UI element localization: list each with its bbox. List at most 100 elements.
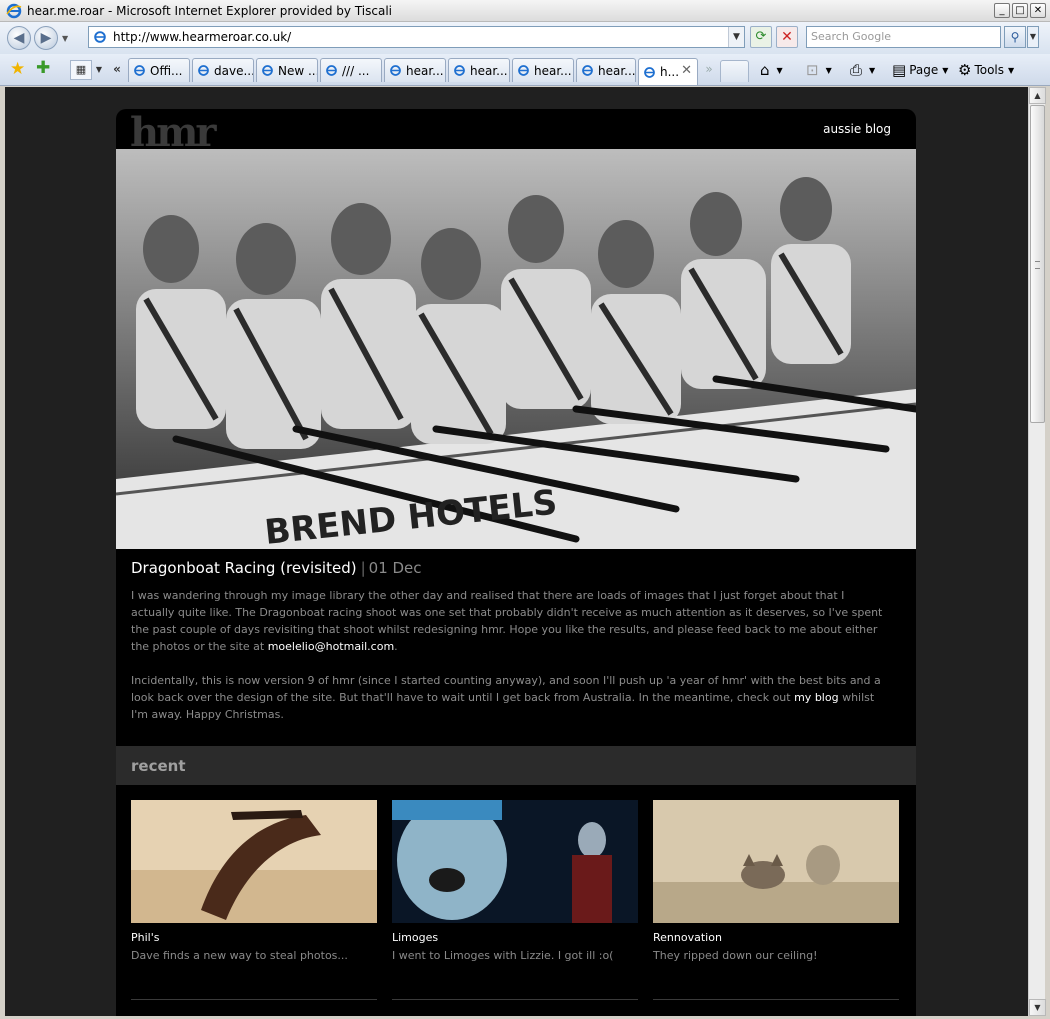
forward-arrow-icon: ▶	[40, 30, 52, 46]
post-paragraph-1-text: I was wandering through my image library…	[131, 589, 883, 653]
search-icon[interactable]: ⚲	[1004, 26, 1026, 48]
url-text[interactable]: http://www.hearmeroar.co.uk/	[113, 30, 291, 44]
tab-label: New ...	[278, 63, 318, 78]
chevron-down-icon[interactable]: ▼	[869, 66, 875, 75]
tools-menu-label: Tools	[974, 63, 1005, 77]
close-window-button[interactable]: ✕	[1030, 3, 1046, 18]
scroll-tabs-left-button[interactable]: «	[108, 60, 126, 80]
post-paragraph-2: Incidentally, this is now version 9 of h…	[131, 672, 891, 723]
post-title-text[interactable]: Dragonboat Racing (revisited)	[131, 559, 357, 577]
tab-1[interactable]: Offi...	[128, 58, 190, 82]
tab-3[interactable]: New ...	[256, 58, 318, 82]
tab-bar: ★ ✚ ▦ ▼ « Offi... dave... New ... /// ..…	[0, 54, 1050, 86]
divider	[392, 999, 638, 1000]
favorites-star-icon[interactable]: ★	[10, 59, 25, 79]
tab-ie-icon	[644, 66, 655, 78]
thumbnail-film-strip[interactable]	[131, 800, 377, 923]
tab-ie-icon	[454, 65, 465, 76]
tab-4[interactable]: /// ...	[320, 58, 382, 82]
post-title: Dragonboat Racing (revisited) | 01 Dec	[131, 559, 422, 577]
navigation-bar: ◀ ▶ ▼ http://www.hearmeroar.co.uk/ ▼ ⟳ ✕…	[0, 22, 1050, 54]
tab-6[interactable]: hear...	[448, 58, 510, 82]
tab-ie-icon	[582, 65, 593, 76]
recent-item-desc: I went to Limoges with Lizzie. I got ill…	[392, 949, 614, 962]
my-blog-link[interactable]: my blog	[794, 691, 838, 704]
scroll-up-arrow-icon[interactable]: ▲	[1029, 87, 1046, 104]
recent-item-phils[interactable]: Phil's Dave finds a new way to steal pho…	[131, 800, 377, 962]
search-options-dropdown[interactable]: ▼	[1027, 26, 1039, 48]
chevron-down-icon[interactable]: ▼	[826, 66, 832, 75]
stop-button[interactable]: ✕	[776, 26, 798, 48]
recent-item-rennovation[interactable]: Rennovation They ripped down our ceiling…	[653, 800, 899, 962]
printer-icon: ⎙	[850, 61, 863, 79]
rss-feed-icon: ⊡	[806, 61, 819, 79]
site-container: hmr aussie blog BREND HOTELS Dragonboat …	[116, 109, 916, 1016]
quick-tabs-button[interactable]: ▦	[70, 60, 92, 80]
print-button[interactable]: ⎙ ▼	[850, 59, 875, 81]
tab-label: hear...	[470, 63, 508, 78]
thumbnail-limoges[interactable]	[392, 800, 638, 923]
tab-label: /// ...	[342, 63, 370, 78]
gear-icon: ⚙	[958, 61, 972, 79]
page-menu-label: Page	[909, 63, 939, 77]
tab-7[interactable]: hear...	[512, 58, 574, 82]
add-favorite-icon[interactable]: ✚	[36, 58, 50, 78]
chevron-down-icon[interactable]: ▼	[777, 66, 783, 75]
feeds-button[interactable]: ⊡ ▼	[806, 59, 832, 81]
refresh-button[interactable]: ⟳	[750, 26, 772, 48]
close-tab-icon[interactable]: ✕	[681, 63, 692, 78]
tab-ie-icon	[326, 65, 337, 76]
tab-label: hear...	[534, 63, 572, 78]
thumbnail-cats[interactable]	[653, 800, 899, 923]
title-separator: |	[360, 559, 366, 577]
aussie-blog-link[interactable]: aussie blog	[823, 122, 891, 136]
window-title: hear.me.roar - Microsoft Internet Explor…	[27, 3, 392, 18]
post-paragraph-1-end: .	[394, 640, 398, 653]
back-arrow-icon: ◀	[13, 30, 25, 46]
forward-button[interactable]: ▶	[34, 26, 58, 50]
search-input[interactable]: Search Google	[806, 26, 1001, 48]
maximize-button[interactable]: □	[1012, 3, 1028, 18]
tab-8[interactable]: hear...	[576, 58, 636, 82]
recent-item-title[interactable]: Limoges	[392, 931, 638, 944]
recent-item-limoges[interactable]: Limoges I went to Limoges with Lizzie. I…	[392, 800, 638, 962]
tab-list-dropdown[interactable]: ▼	[93, 60, 105, 80]
back-button[interactable]: ◀	[7, 26, 31, 50]
site-logo[interactable]: hmr	[130, 113, 217, 153]
tab-active[interactable]: h... ✕	[638, 58, 698, 85]
recent-item-desc: Dave finds a new way to steal photos...	[131, 949, 348, 962]
recent-section-header: recent	[116, 746, 916, 785]
vertical-scrollbar[interactable]: ▲ ▼	[1028, 87, 1046, 1016]
scroll-down-arrow-icon[interactable]: ▼	[1029, 999, 1046, 1016]
tab-2[interactable]: dave...	[192, 58, 254, 82]
post-date: 01 Dec	[368, 559, 422, 577]
minimize-button[interactable]: _	[994, 3, 1010, 18]
tab-label: hear...	[598, 63, 636, 78]
divider	[653, 999, 899, 1000]
post-body: I was wandering through my image library…	[131, 587, 891, 740]
recent-item-desc: They ripped down our ceiling!	[653, 949, 818, 962]
history-dropdown[interactable]: ▼	[62, 34, 68, 43]
post-paragraph-1: I was wandering through my image library…	[131, 587, 891, 655]
recent-item-title[interactable]: Phil's	[131, 931, 377, 944]
scrollbar-thumb[interactable]	[1030, 105, 1045, 423]
address-bar[interactable]: http://www.hearmeroar.co.uk/ ▼	[88, 26, 745, 48]
new-tab-button[interactable]	[720, 60, 749, 82]
tools-menu[interactable]: ⚙ Tools ▼	[958, 59, 1014, 81]
tab-ie-icon	[518, 65, 529, 76]
recent-heading: recent	[131, 757, 186, 775]
page-menu[interactable]: ▤ Page ▼	[892, 59, 948, 81]
email-link[interactable]: moelelio@hotmail.com	[268, 640, 394, 653]
address-dropdown-icon[interactable]: ▼	[728, 27, 744, 47]
tab-label: dave...	[214, 63, 254, 78]
tab-ie-icon	[262, 65, 273, 76]
chevron-down-icon: ▼	[1008, 65, 1015, 75]
post-paragraph-2-text: Incidentally, this is now version 9 of h…	[131, 674, 881, 704]
scroll-tabs-right-button[interactable]: »	[700, 60, 718, 80]
tab-5[interactable]: hear...	[384, 58, 446, 82]
hero-photo-dragonboat-rowers: BREND HOTELS	[116, 149, 916, 549]
tab-label: Offi...	[150, 63, 183, 78]
recent-item-title[interactable]: Rennovation	[653, 931, 899, 944]
dragonboat-photo-illustration: BREND HOTELS	[116, 149, 916, 549]
home-button[interactable]: ⌂ ▼	[760, 59, 783, 81]
